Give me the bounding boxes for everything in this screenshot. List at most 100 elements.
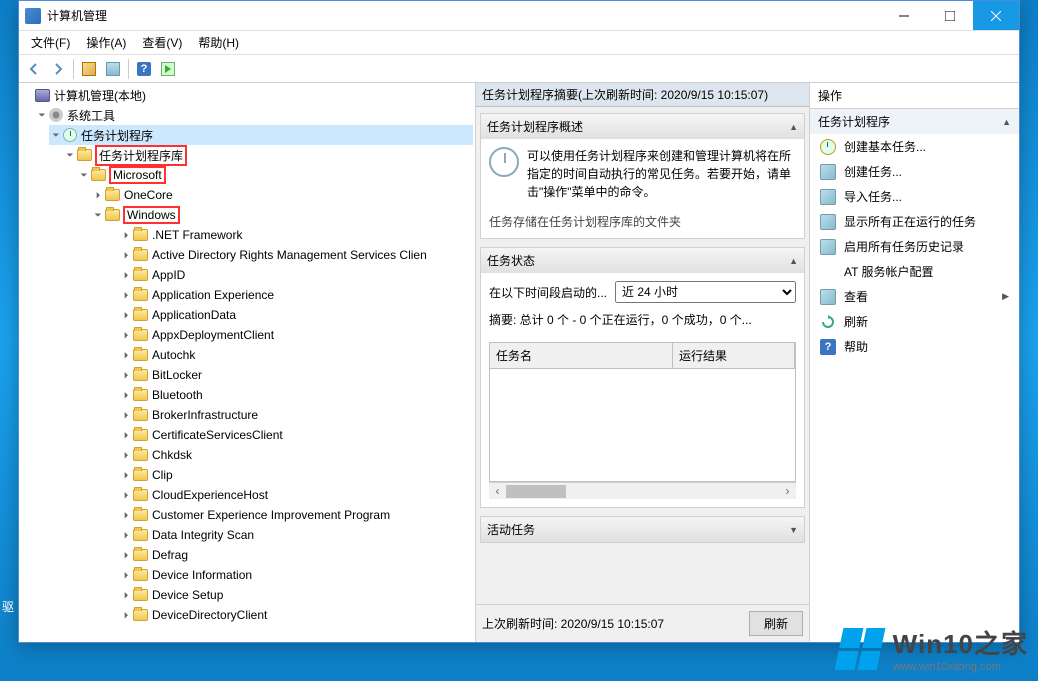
folder-icon — [133, 309, 148, 321]
overview-header[interactable]: 任务计划程序概述 ▲ — [481, 114, 804, 139]
back-button[interactable] — [23, 58, 45, 80]
tree-task-scheduler[interactable]: ⏷ 任务计划程序 — [49, 125, 473, 145]
window-title: 计算机管理 — [47, 7, 107, 24]
import-icon — [820, 189, 836, 205]
desktop-icon-driver[interactable]: 驱 — [2, 598, 14, 615]
run-button[interactable] — [157, 58, 179, 80]
menu-file[interactable]: 文件(F) — [23, 32, 78, 53]
tree-panel[interactable]: 计算机管理(本地) ⏷ 系统工具 ⏷ 任务计划程序 — [19, 83, 476, 642]
history-icon — [820, 239, 836, 255]
folder-icon — [133, 369, 148, 381]
tree-root[interactable]: 计算机管理(本地) — [21, 85, 473, 105]
action-创建任务[interactable]: 创建任务... — [810, 159, 1019, 184]
maximize-button[interactable] — [927, 1, 973, 30]
folder-icon — [105, 189, 120, 201]
tree-folder-item[interactable]: ⏵BitLocker — [119, 365, 473, 385]
tree-folder-item[interactable]: ⏵Autochk — [119, 345, 473, 365]
tree-library[interactable]: ⏷ 任务计划程序库 — [63, 145, 473, 165]
actions-panel: 操作 任务计划程序 ▲ 创建基本任务...创建任务...导入任务...显示所有正… — [810, 83, 1019, 642]
gear-icon — [49, 108, 63, 122]
tree-folder-item[interactable]: ⏵CloudExperienceHost — [119, 485, 473, 505]
refresh-icon — [820, 314, 836, 330]
tree-onecore[interactable]: ⏵ OneCore — [91, 185, 473, 205]
menu-help[interactable]: 帮助(H) — [190, 32, 247, 53]
minimize-button[interactable] — [881, 1, 927, 30]
folder-icon — [91, 169, 106, 181]
close-button[interactable] — [973, 1, 1019, 30]
action-创建基本任务[interactable]: 创建基本任务... — [810, 134, 1019, 159]
last-refresh-label: 上次刷新时间: 2020/9/15 10:15:07 — [482, 615, 664, 632]
folder-icon — [133, 409, 148, 421]
clock-icon — [63, 128, 77, 142]
folder-icon — [133, 269, 148, 281]
folder-icon — [133, 449, 148, 461]
menu-view[interactable]: 查看(V) — [134, 32, 190, 53]
overview-section: 任务计划程序概述 ▲ 可以使用任务计划程序来创建和管理计算机将在所指定的时间自动… — [480, 113, 805, 239]
summary-header: 任务计划程序摘要(上次刷新时间: 2020/9/15 10:15:07) — [476, 83, 809, 107]
tree-folder-item[interactable]: ⏵AppxDeploymentClient — [119, 325, 473, 345]
folder-icon — [133, 329, 148, 341]
help-button[interactable]: ? — [133, 58, 155, 80]
tree-microsoft[interactable]: ⏷ Microsoft — [77, 165, 473, 185]
action-AT服务帐户配置[interactable]: AT 服务帐户配置 — [810, 259, 1019, 284]
tree-folder-item[interactable]: ⏵Application Experience — [119, 285, 473, 305]
action-查看[interactable]: 查看▶ — [810, 284, 1019, 309]
tree-folder-item[interactable]: ⏵Clip — [119, 465, 473, 485]
action-刷新[interactable]: 刷新 — [810, 309, 1019, 334]
task-table[interactable]: 任务名 运行结果 — [489, 342, 796, 482]
tree-folder-item[interactable]: ⏵DeviceDirectoryClient — [119, 605, 473, 625]
refresh-button[interactable]: 刷新 — [749, 611, 803, 636]
action-启用所有任务历史记录[interactable]: 启用所有任务历史记录 — [810, 234, 1019, 259]
folder-icon — [133, 589, 148, 601]
clock-icon — [489, 147, 519, 177]
active-tasks-section: 活动任务 ▼ — [480, 516, 805, 543]
tree-folder-item[interactable]: ⏵ApplicationData — [119, 305, 473, 325]
action-导入任务[interactable]: 导入任务... — [810, 184, 1019, 209]
tree-windows[interactable]: ⏷ Windows — [91, 205, 473, 225]
tree-folder-item[interactable]: ⏵Active Directory Rights Management Serv… — [119, 245, 473, 265]
tree-folder-item[interactable]: ⏵Bluetooth — [119, 385, 473, 405]
status-summary: 摘要: 总计 0 个 - 0 个正在运行，0 个成功，0 个... — [489, 311, 796, 328]
status-header[interactable]: 任务状态 ▲ — [481, 248, 804, 273]
chevron-up-icon: ▲ — [789, 122, 798, 132]
tree-folder-item[interactable]: ⏵CertificateServicesClient — [119, 425, 473, 445]
clock-icon — [820, 139, 836, 155]
folder-icon — [133, 509, 148, 521]
horizontal-scrollbar[interactable]: ‹› — [489, 482, 796, 499]
chevron-right-icon: ▶ — [1002, 291, 1009, 302]
col-run-result[interactable]: 运行结果 — [673, 343, 795, 368]
folder-icon — [133, 429, 148, 441]
properties-button[interactable] — [78, 58, 100, 80]
folder-icon — [133, 249, 148, 261]
running-icon — [820, 214, 836, 230]
action-帮助[interactable]: ?帮助 — [810, 334, 1019, 359]
tree-folder-item[interactable]: ⏵Defrag — [119, 545, 473, 565]
col-task-name[interactable]: 任务名 — [490, 343, 673, 368]
menu-action[interactable]: 操作(A) — [78, 32, 134, 53]
tree-folder-item[interactable]: ⏵BrokerInfrastructure — [119, 405, 473, 425]
tree-folder-item[interactable]: ⏵Customer Experience Improvement Program — [119, 505, 473, 525]
action-显示所有正在运行的任务[interactable]: 显示所有正在运行的任务 — [810, 209, 1019, 234]
forward-button[interactable] — [47, 58, 69, 80]
tree-folder-item[interactable]: ⏵Chkdsk — [119, 445, 473, 465]
actions-title: 操作 — [810, 83, 1019, 109]
tree-folder-item[interactable]: ⏵.NET Framework — [119, 225, 473, 245]
folder-icon — [133, 609, 148, 621]
tree-folder-item[interactable]: ⏵Device Information — [119, 565, 473, 585]
actions-group-header[interactable]: 任务计划程序 ▲ — [810, 109, 1019, 134]
folder-icon — [133, 549, 148, 561]
chevron-down-icon: ▼ — [789, 525, 798, 535]
app-icon — [25, 8, 41, 24]
chevron-up-icon: ▲ — [789, 256, 798, 266]
tree-folder-item[interactable]: ⏵AppID — [119, 265, 473, 285]
tree-systools[interactable]: ⏷ 系统工具 — [35, 105, 473, 125]
tree-folder-item[interactable]: ⏵Data Integrity Scan — [119, 525, 473, 545]
view-icon — [820, 289, 836, 305]
task-icon — [820, 164, 836, 180]
show-hide-button[interactable] — [102, 58, 124, 80]
tree-folder-item[interactable]: ⏵Device Setup — [119, 585, 473, 605]
toolbar: ? — [19, 55, 1019, 83]
time-range-select[interactable]: 近 24 小时 — [615, 281, 796, 303]
titlebar: 计算机管理 — [19, 1, 1019, 31]
active-tasks-header[interactable]: 活动任务 ▼ — [481, 517, 804, 542]
